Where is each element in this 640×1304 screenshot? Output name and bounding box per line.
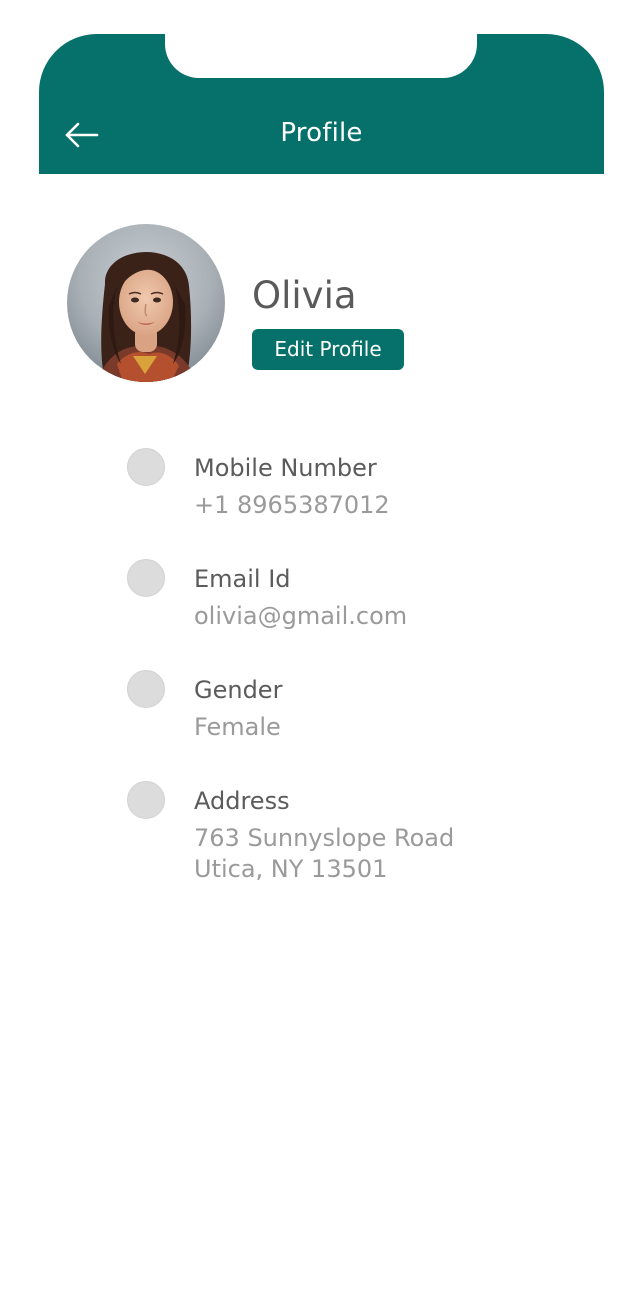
edit-profile-button[interactable]: Edit Profile xyxy=(252,329,404,370)
device-notch xyxy=(165,32,477,78)
address-line-1: 763 Sunnyslope Road xyxy=(194,824,455,852)
email-value: olivia@gmail.com xyxy=(194,602,408,630)
avatar xyxy=(67,224,225,382)
gender-value: Female xyxy=(194,713,281,741)
profile-name: Olivia xyxy=(252,274,357,317)
phone-screen: Profile xyxy=(39,32,604,1274)
timeline-dot xyxy=(127,781,165,819)
mobile-number-label: Mobile Number xyxy=(194,454,377,482)
mobile-number-value: +1 8965387012 xyxy=(194,491,390,519)
app-header: Profile xyxy=(39,32,604,174)
page-title: Profile xyxy=(280,118,363,148)
address-line-2: Utica, NY 13501 xyxy=(194,855,388,883)
timeline-dot xyxy=(127,670,165,708)
timeline-dot xyxy=(127,559,165,597)
email-label: Email Id xyxy=(194,565,291,593)
gender-label: Gender xyxy=(194,676,283,704)
timeline-dot xyxy=(127,448,165,486)
address-label: Address xyxy=(194,787,290,815)
